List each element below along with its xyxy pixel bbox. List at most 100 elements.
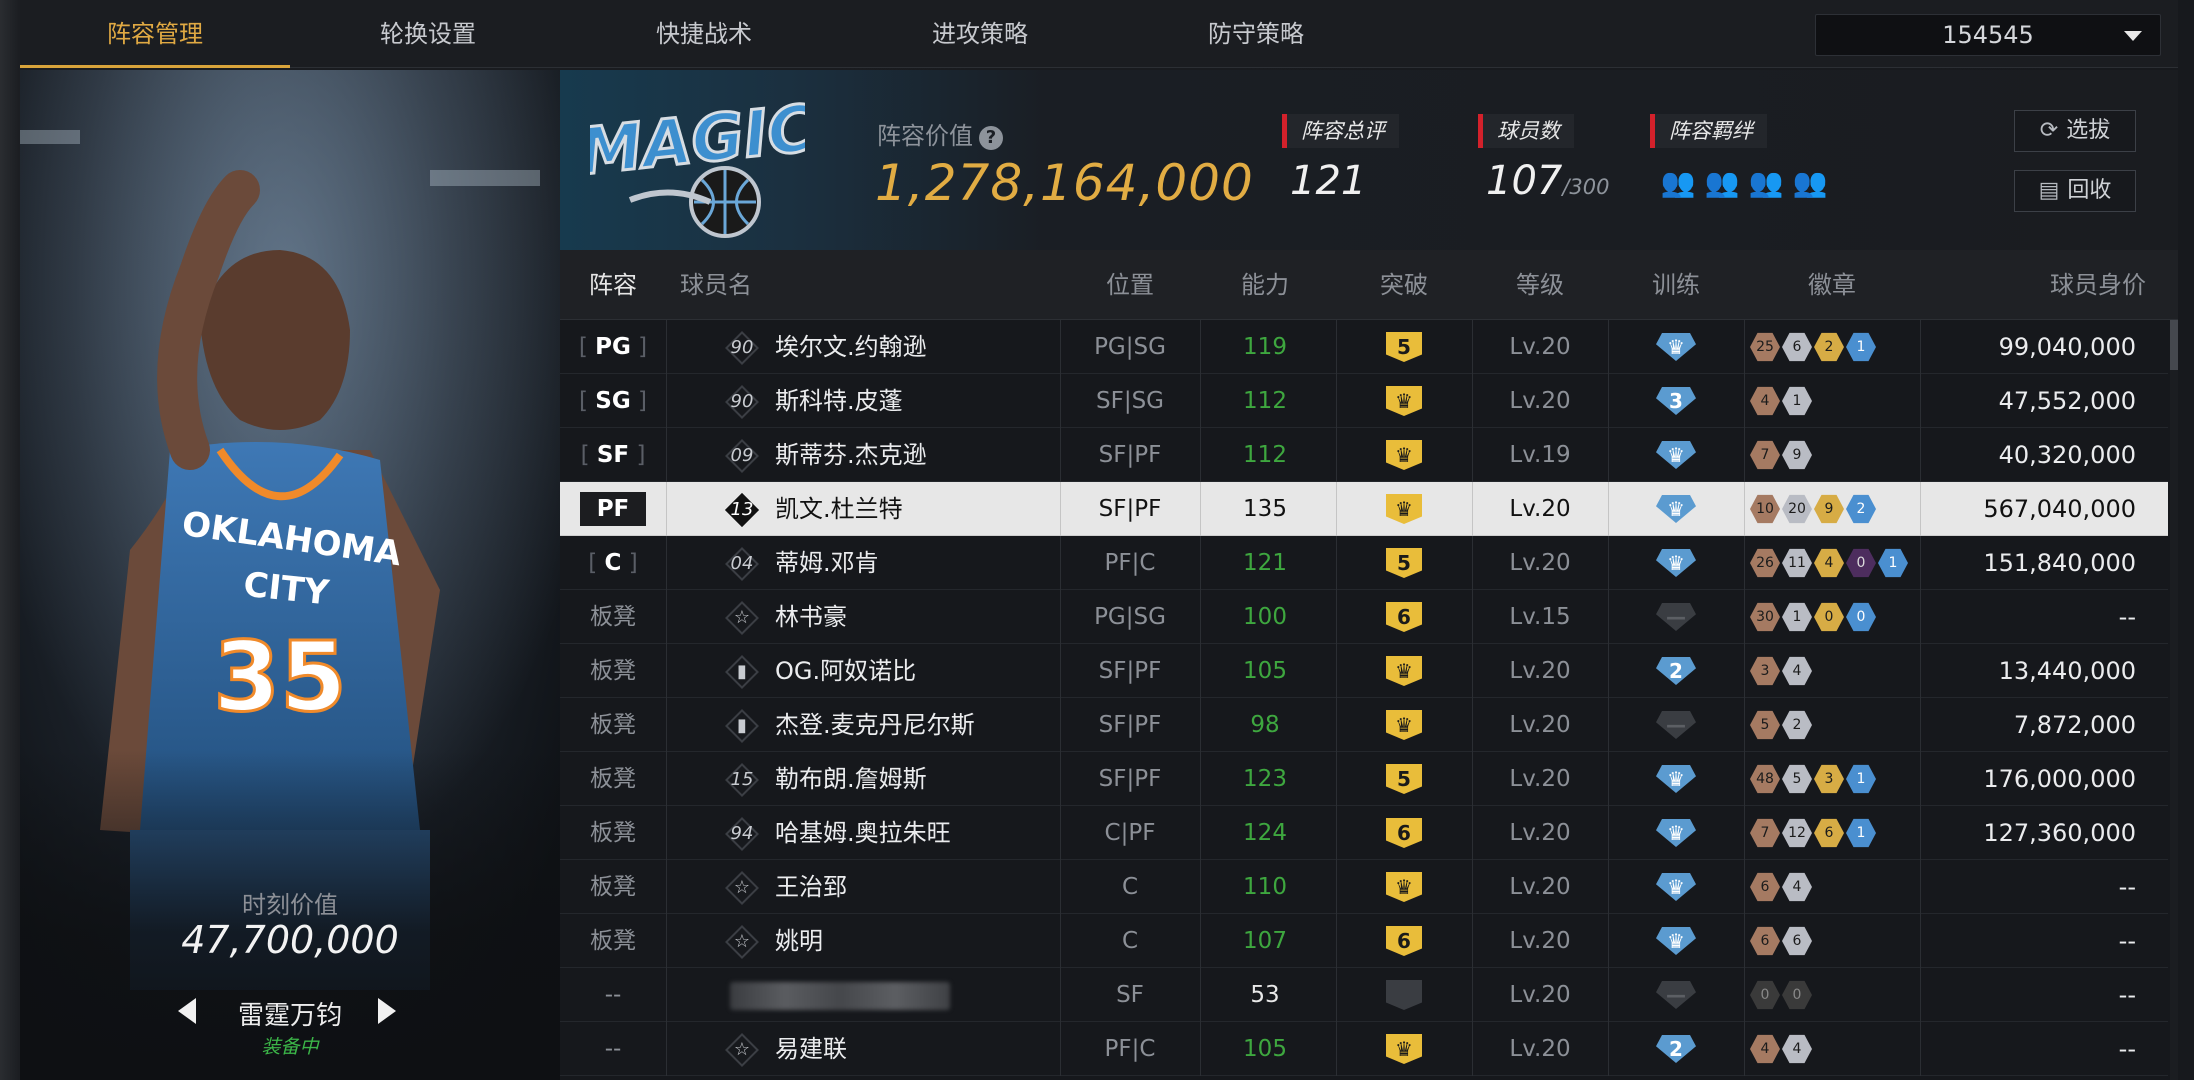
table-row[interactable]: -- SF 53 Lv.20 — 0 0 --	[560, 968, 2168, 1022]
badge-set: 25 6 2 1	[1750, 332, 1878, 362]
table-row[interactable]: [ SG ] 90 斯科特.皮蓬 SF|SG 112 ♛ Lv.20 3 4 1 47,552,00…	[560, 374, 2168, 428]
account-dropdown[interactable]: 154545	[1815, 14, 2161, 56]
bond-bronze-icon[interactable]: 👥	[1660, 166, 1696, 200]
player-name[interactable]: 林书豪	[775, 590, 847, 644]
training-crown-icon[interactable]: ♛	[1656, 927, 1696, 955]
player-count-stat: 球员数 107/300	[1478, 114, 1610, 204]
recycle-button[interactable]: ▤ 回收	[2014, 170, 2136, 212]
breakthrough-level: 5	[1386, 332, 1422, 362]
lineup-slot: 板凳	[590, 604, 636, 630]
column-divider	[1608, 752, 1609, 806]
column-divider	[1744, 698, 1745, 752]
lineup-slot: 板凳	[590, 928, 636, 954]
player-rank-badge-icon: ☆	[725, 601, 759, 635]
slot-bracket: ]	[629, 442, 646, 468]
player-name[interactable]: 埃尔文.约翰逊	[775, 320, 927, 374]
bond-silver-icon[interactable]: 👥	[1704, 166, 1740, 200]
player-name[interactable]: 杰登.麦克丹尼尔斯	[775, 698, 975, 752]
lineup-slot: PF	[560, 482, 666, 536]
slot-label: SF	[596, 442, 630, 468]
tab-offense-strategy[interactable]: 进攻策略	[842, 0, 1118, 68]
table-row[interactable]: [ C ] 04 蒂姆.邓肯 PF|C 121 5 Lv.20 ♛ 26 11 4 0 1 151,840…	[560, 536, 2168, 590]
badge-hexagon-icon: 9	[1782, 440, 1812, 470]
training-crown-icon[interactable]: ♛	[1656, 441, 1696, 469]
column-divider	[1744, 536, 1745, 590]
table-row[interactable]: 板凳 ▮ 杰登.麦克丹尼尔斯 SF|PF 98 ♛ Lv.20 — 5 2 7,872,000	[560, 698, 2168, 752]
player-price: 151,840,000	[1983, 549, 2136, 577]
training-level[interactable]: 2	[1656, 657, 1696, 685]
table-row[interactable]: [ SF ] 09 斯蒂芬.杰克逊 SF|PF 112 ♛ Lv.19 ♛ 7 9 40,320,0…	[560, 428, 2168, 482]
column-divider	[1608, 482, 1609, 536]
bond-gold-icon[interactable]: 👥	[1748, 166, 1784, 200]
player-name[interactable]: 哈基姆.奥拉朱旺	[775, 806, 951, 860]
table-row[interactable]: 板凳 ☆ 姚明 C 107 6 Lv.20 ♛ 6 6 --	[560, 914, 2168, 968]
table-header: 阵容 球员名 位置 能力 突破 等级 训练 徽章 球员身价	[560, 250, 2178, 320]
column-divider	[1920, 590, 1921, 644]
col-ability[interactable]: 能力	[1200, 250, 1330, 320]
player-name[interactable]: 勒布朗.詹姆斯	[775, 752, 927, 806]
table-scrollbar[interactable]	[2170, 320, 2178, 1080]
player-name[interactable]: 蒂姆.邓肯	[775, 536, 879, 590]
training-crown-icon[interactable]: ♛	[1656, 765, 1696, 793]
table-row[interactable]: -- ☆ 易建联 PF|C 105 ♛ Lv.20 2 4 4 --	[560, 1022, 2168, 1076]
player-rank-badge-icon: ▮	[725, 709, 759, 743]
badge-number: 09	[730, 445, 754, 466]
player-rank-badge-icon: 04	[725, 547, 759, 581]
slot-bracket: ]	[630, 334, 648, 360]
tab-rotation-settings[interactable]: 轮换设置	[290, 0, 566, 68]
training-crown-icon[interactable]: ♛	[1656, 495, 1696, 523]
col-level[interactable]: 等级	[1472, 250, 1608, 320]
account-dropdown-value: 154545	[1942, 21, 2034, 49]
player-name[interactable]: OG.阿奴诺比	[775, 644, 916, 698]
table-row[interactable]: [ PG ] 90 埃尔文.约翰逊 PG|SG 119 5 Lv.20 ♛ 25 6 2 1 99,04…	[560, 320, 2168, 374]
table-row[interactable]: 板凳 15 勒布朗.詹姆斯 SF|PF 123 5 Lv.20 ♛ 48 5 3 1 176,000,0…	[560, 752, 2168, 806]
bond-blue-icon[interactable]: 👥	[1792, 166, 1828, 200]
player-name[interactable]: 姚明	[775, 914, 823, 968]
badge-hexagon-icon: 10	[1750, 494, 1780, 524]
training-crown-icon[interactable]: —	[1656, 603, 1696, 631]
tab-lineup-management[interactable]: 阵容管理	[20, 0, 290, 68]
training-level[interactable]: 2	[1656, 1035, 1696, 1063]
blurred-name	[730, 982, 950, 1010]
col-position[interactable]: 位置	[1060, 250, 1200, 320]
draft-button[interactable]: ⟳ 选拔	[2014, 110, 2136, 152]
breakthrough-level: 6	[1386, 926, 1422, 956]
column-divider	[666, 914, 667, 968]
column-divider	[666, 374, 667, 428]
training-crown-icon[interactable]: —	[1656, 981, 1696, 1009]
col-breakthrough[interactable]: 突破	[1336, 250, 1472, 320]
breakthrough-level: 6	[1386, 818, 1422, 848]
col-training[interactable]: 训练	[1608, 250, 1744, 320]
table-row[interactable]: 板凳 ☆ 王治郅 C 110 ♛ Lv.20 ♛ 6 4 --	[560, 860, 2168, 914]
column-divider	[1336, 806, 1337, 860]
tab-quick-tactics[interactable]: 快捷战术	[566, 0, 842, 68]
table-row[interactable]: 板凳 ☆ 林书豪 PG|SG 100 6 Lv.15—30 1 0 0 --	[560, 590, 2168, 644]
player-name[interactable]: 斯蒂芬.杰克逊	[775, 428, 927, 482]
training-crown-icon[interactable]: ♛	[1656, 333, 1696, 361]
training-crown-icon[interactable]: —	[1656, 711, 1696, 739]
col-price[interactable]: 球员身价	[2050, 250, 2146, 320]
col-badges[interactable]: 徽章	[1744, 250, 1920, 320]
player-level: Lv.20	[1509, 928, 1571, 954]
player-name[interactable]: 王治郅	[775, 860, 847, 914]
bond-icons: 👥 👥 👥 👥	[1660, 166, 1836, 200]
crown-icon: ♛	[1386, 1034, 1422, 1064]
help-icon[interactable]: ?	[979, 126, 1003, 150]
scrollbar-thumb[interactable]	[2170, 320, 2178, 370]
training-crown-icon[interactable]: ♛	[1656, 873, 1696, 901]
tab-defense-strategy[interactable]: 防守策略	[1118, 0, 1394, 68]
next-card-arrow-icon[interactable]	[378, 998, 396, 1024]
badge-set: 79	[1750, 440, 1814, 470]
table-row[interactable]: PF 13 凯文.杜兰特 SF|PF 135 ♛ Lv.20 ♛ 10 20 9 2 567,040,0…	[560, 482, 2168, 536]
col-player-name: 球员名	[680, 271, 752, 299]
training-level[interactable]: 3	[1656, 387, 1696, 415]
player-name[interactable]: 易建联	[775, 1022, 847, 1076]
training-crown-icon[interactable]: ♛	[1656, 549, 1696, 577]
table-row[interactable]: 板凳 ▮ OG.阿奴诺比 SF|PF 105 ♛ Lv.20 2 3 4 13,440,000	[560, 644, 2168, 698]
player-name[interactable]: 斯科特.皮蓬	[775, 374, 903, 428]
player-ability: 110	[1243, 874, 1287, 900]
column-divider	[1920, 482, 1921, 536]
table-row[interactable]: 板凳 94 哈基姆.奥拉朱旺 C|PF 124 6 Lv.20 ♛ 7 12 6 1 127,360,0…	[560, 806, 2168, 860]
player-name[interactable]: 凯文.杜兰特	[775, 482, 903, 536]
training-crown-icon[interactable]: ♛	[1656, 819, 1696, 847]
